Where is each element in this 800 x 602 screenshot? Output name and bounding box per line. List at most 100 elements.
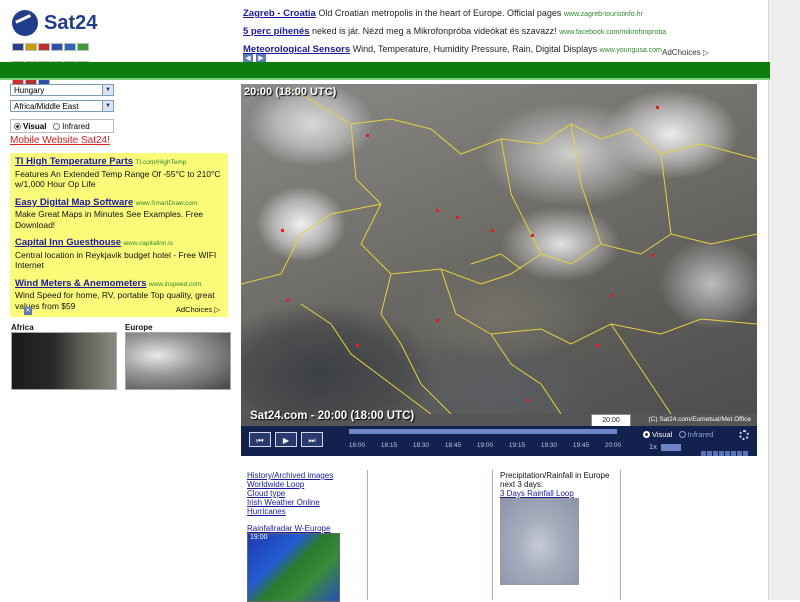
timeline-tick-label: 19:45 <box>572 442 590 449</box>
satellite-map[interactable]: 20:00 (18:00 UTC) Sat24.com - 20:00 (18:… <box>241 84 757 456</box>
top-ad-url[interactable]: www.facebook.com/mikrofonproba <box>559 29 666 36</box>
top-ad-url[interactable]: www.zagreb-touristinfo.hr <box>564 11 643 18</box>
top-ad-title[interactable]: Zagreb - Croatia <box>243 8 316 19</box>
left-ad-title[interactable]: Easy Digital Map Software <box>15 197 133 208</box>
region-select[interactable]: Africa/Middle East ▼ <box>10 100 114 112</box>
speed-bar <box>713 451 718 456</box>
bottom-link[interactable]: History/Archived images <box>247 471 333 480</box>
play-button[interactable]: ▶ <box>275 432 297 447</box>
top-ad-text: Wind, Temperature, Humidity Pressure, Ra… <box>352 44 598 54</box>
africa-thumbnail[interactable] <box>11 332 117 390</box>
left-ad-title[interactable]: Wind Meters & Anemometers <box>15 278 147 289</box>
timeline-tick-label: 20:00 <box>604 442 622 449</box>
map-time-overlay: 20:00 (18:00 UTC) <box>244 86 337 98</box>
se-flag[interactable] <box>64 43 76 51</box>
fr-flag[interactable] <box>51 43 63 51</box>
de-flag[interactable] <box>25 43 37 51</box>
europe-thumb-block[interactable]: Europe <box>125 323 231 390</box>
precipitation-map[interactable] <box>500 498 579 585</box>
left-ad-title[interactable]: Capital Inn Guesthouse <box>15 237 121 248</box>
green-nav-bar <box>0 62 770 80</box>
top-ad-text: neked is jár. Nézd meg a Mikrofonpróba v… <box>312 26 557 36</box>
chevron-down-icon[interactable]: ▼ <box>102 101 113 111</box>
adchoices-label: AdChoices <box>175 304 213 314</box>
europe-thumb-label: Europe <box>125 323 153 332</box>
speed-control[interactable]: 1x <box>649 442 681 451</box>
bottom-link[interactable]: Cloud type <box>247 489 333 498</box>
top-ad: 5 perc pihenés neked is jár. Nézd meg a … <box>243 23 763 41</box>
right-scrollbar[interactable] <box>768 0 800 600</box>
fast-forward-icon[interactable] <box>660 443 681 451</box>
left-ad-text: Features An Extended Temp Range Of -55°C… <box>15 168 221 190</box>
speed-bar <box>743 451 748 456</box>
visual-radio[interactable] <box>14 123 21 130</box>
left-ad-url[interactable]: www.capitalinn.is <box>123 240 173 247</box>
adchoices-link[interactable]: AdChoices ▷ <box>176 305 220 316</box>
left-ad-url[interactable]: www.inspeed.com <box>149 281 201 288</box>
top-ad-text: Old Croatian metropolis in the heart of … <box>318 8 562 18</box>
timeline-tick-label: 19:30 <box>540 442 558 449</box>
country-select-value: Hungary <box>14 86 45 95</box>
timeline-progress <box>349 429 617 434</box>
left-ads: TI High Temperature Parts TI.com/HighTem… <box>10 153 228 317</box>
rainfall-loop-link[interactable]: 3 Days Rainfall Loop <box>500 489 574 498</box>
nl-flag[interactable] <box>38 43 50 51</box>
adchoices-icon: ▷ <box>702 48 710 57</box>
top-ad: Zagreb - Croatia Old Croatian metropolis… <box>243 5 763 23</box>
left-ad-url[interactable]: www.SmartDraw.com <box>136 200 198 207</box>
country-select[interactable]: Hungary ▼ <box>10 84 114 96</box>
uk-flag[interactable] <box>12 43 24 51</box>
speed-bar <box>737 451 742 456</box>
skip-back-button[interactable]: ⏮ <box>249 432 271 447</box>
timeline-tick-label: 18:00 <box>348 442 366 449</box>
timeline-tick-label: 19:00 <box>476 442 494 449</box>
adchoices-link[interactable]: AdChoices ▷ <box>662 48 709 57</box>
top-ad-title[interactable]: 5 perc pihenés <box>243 26 310 37</box>
speed-bar <box>701 451 706 456</box>
chevron-down-icon[interactable]: ▼ <box>102 85 113 95</box>
left-ad: TI High Temperature Parts TI.com/HighTem… <box>15 156 223 190</box>
timeline-tick-label: 19:15 <box>508 442 526 449</box>
column-divider <box>620 470 621 600</box>
africa-thumb-block[interactable]: Africa <box>11 323 117 390</box>
map-caption: Sat24.com - 20:00 (18:00 UTC) <box>250 410 415 422</box>
rainfall-radar-link[interactable]: Rainfallradar W-Europe <box>247 524 330 533</box>
satellite-logo-icon <box>12 10 38 36</box>
infrared-radio-label: Infrared <box>62 122 90 131</box>
it-flag[interactable] <box>77 43 89 51</box>
gear-icon[interactable] <box>739 430 749 440</box>
left-ad-title[interactable]: TI High Temperature Parts <box>15 156 133 167</box>
rainfall-radar-map[interactable]: 19:00 <box>247 533 340 602</box>
left-ad: Capital Inn Guesthouse www.capitalinn.is… <box>15 237 223 271</box>
left-ad-text: Make Great Maps in Minutes See Examples.… <box>15 209 204 230</box>
timeline-tick-label: 18:45 <box>444 442 462 449</box>
sat24-logo[interactable]: Sat24 <box>12 10 102 36</box>
column-divider <box>492 470 493 600</box>
mobile-website-link[interactable]: Mobile Website Sat24! <box>10 135 110 146</box>
bottom-link[interactable]: Irish Weather Online <box>247 498 333 507</box>
left-ad: Easy Digital Map Software www.SmartDraw.… <box>15 197 223 231</box>
infrared-radio[interactable] <box>53 123 61 130</box>
left-ad-text: Central location in Reykjavik budget hot… <box>15 249 217 271</box>
europe-thumbnail[interactable] <box>125 332 231 390</box>
top-ad-url[interactable]: www.youngusa.com <box>600 47 662 54</box>
bottom-links: History/Archived images Worldwide Loop Clo… <box>247 471 333 516</box>
visual-mode-radio[interactable] <box>643 431 650 438</box>
visual-radio-label: Visual <box>23 122 47 131</box>
region-select-value: Africa/Middle East <box>14 102 79 111</box>
ad-close-icon[interactable]: ✕ <box>24 307 32 315</box>
speed-bar <box>731 451 736 456</box>
visual-mode-label: Visual <box>652 430 673 439</box>
speed-label: 1x <box>649 442 657 451</box>
africa-thumb-label: Africa <box>11 323 34 332</box>
satellite-image: 20:00 (18:00 UTC) <box>241 84 757 414</box>
bottom-link[interactable]: Hurricanes <box>247 507 333 516</box>
timeline-tick-label: 18:15 <box>380 442 398 449</box>
skip-forward-button[interactable]: ⏭ <box>301 432 323 447</box>
speed-bars[interactable] <box>701 444 749 456</box>
timeline-slider[interactable] <box>349 429 617 434</box>
mode-toggle: Visual Infrared <box>643 430 713 439</box>
bottom-link[interactable]: Worldwide Loop <box>247 480 333 489</box>
left-ad-url[interactable]: TI.com/HighTemp <box>135 159 186 166</box>
infrared-mode-radio[interactable] <box>678 431 686 438</box>
